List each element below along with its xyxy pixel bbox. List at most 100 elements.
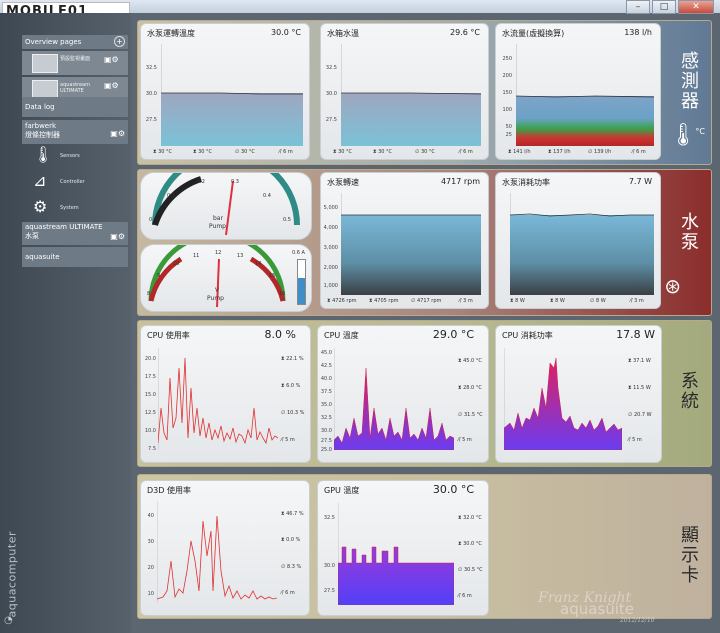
sidebar-item-aquastream[interactable]: aquastream ULTIMATE 水泵 ▣⚙ [22, 222, 128, 245]
footer-min: ⧗ 137 l/h [548, 149, 571, 155]
sensors-label: Sensors [60, 153, 80, 159]
panel-title: GPU 溫度 [324, 486, 360, 495]
minimize-button[interactable]: – [626, 0, 650, 14]
gauge-pressure[interactable]: 0 0.1 0.2 0.3 0.4 0.5 bar Pump [140, 172, 312, 240]
area-fill [334, 367, 454, 450]
stat-min: ⧗ 6.0 % [281, 383, 301, 389]
panel-value: 17.8 W [616, 328, 655, 341]
sidebar-item-aquasuite[interactable]: aquasuite [22, 247, 128, 267]
stat-avg: ∅ 30.5 °C [458, 567, 483, 573]
panel-value: 138 l/h [624, 28, 652, 37]
area-fill [161, 93, 303, 146]
save-settings-icon[interactable]: ▣⚙ [104, 81, 124, 95]
y-tick: 7.5 [148, 446, 156, 452]
gauge-tick: 0.3 [231, 179, 239, 185]
stat-range: ⁄/ 5 m [628, 437, 642, 443]
panel-flow[interactable]: 水流量(虛擬換算) 138 l/h 250 200 150 100 50 25 … [495, 23, 661, 160]
gauge-tick: 0.2 [197, 179, 205, 185]
graph-area [341, 193, 481, 295]
stat-avg: ∅ 8.3 % [281, 564, 302, 570]
panel-cpu-usage[interactable]: CPU 使用率 8.0 % 20.0 17.5 15.0 12.5 10.0 7… [140, 325, 311, 463]
gauge-tick: 8 [147, 291, 151, 297]
sidebar-item-datalog[interactable]: Data log [22, 97, 128, 117]
y-tick: 20.0 [144, 356, 156, 362]
y-tick: 250 [502, 56, 512, 62]
panel-d3d-usage[interactable]: D3D 使用率 40 30 20 10 ⧗ 46.7 % ⧗ 0.0 % ∅ 8… [140, 480, 310, 616]
footer-min: ⧗ 8 W [550, 298, 565, 304]
panel-value: 29.6 °C [450, 28, 480, 37]
panel-pump-speed[interactable]: 水泵轉速 4717 rpm 5,000 4,000 3,000 2,000 1,… [320, 172, 489, 309]
add-page-icon[interactable]: + [114, 36, 125, 47]
sidebar-item-sensors[interactable]: 🌡 Sensors [30, 143, 128, 169]
stat-max: ⧗ 46.7 % [281, 511, 304, 517]
y-tick: 30.0 [325, 91, 337, 97]
y-tick: 32.5 [320, 415, 332, 421]
maximize-button[interactable]: □ [652, 0, 676, 14]
save-settings-icon[interactable]: ▣⚙ [107, 129, 125, 138]
brand-vertical: aquacomputer [2, 513, 22, 623]
sidebar-item-system[interactable]: ⚙ System [30, 195, 128, 221]
y-tick: 35.0 [320, 402, 332, 408]
aquastream-label: aquastream ULTIMATE [25, 223, 103, 231]
stat-avg: ∅ 31.5 °C [458, 412, 483, 418]
y-tick: 4,000 [323, 225, 338, 231]
celsius-unit: °C [695, 127, 705, 136]
y-tick: 27.5 [323, 588, 335, 594]
gauge-voltage[interactable]: 8 9 10 11 12 13 14 15 16 V Pump 0.6 A [140, 244, 312, 312]
stat-min: ⧗ 28.0 °C [458, 385, 482, 391]
panel-value: 4717 rpm [440, 177, 480, 186]
y-tick: 27.5 [145, 117, 157, 123]
gauge-tick: 0 [149, 217, 153, 223]
panel-cpu-power[interactable]: CPU 消耗功率 17.8 W ⧗ 37.1 W ⧗ 11.5 W ∅ 20.7… [495, 325, 662, 463]
stat-min: ⧗ 30.0 °C [458, 541, 482, 547]
footer-max: ⧗ 4726 rpm [327, 298, 357, 304]
stat-max: ⧗ 45.0 °C [458, 358, 482, 364]
pump-icon: ⊛ [664, 274, 681, 298]
gauge-graphic [148, 245, 286, 308]
gauge-tick: 12 [215, 250, 222, 256]
footer-max: ⧗ 141 l/h [508, 149, 531, 155]
graph-area [341, 44, 481, 146]
thermometer-icon: 🌡 [33, 145, 54, 164]
panel-value: 30.0 °C [271, 28, 301, 37]
close-button[interactable]: ✕ [678, 0, 714, 14]
y-tick: 25.0 [320, 447, 332, 453]
save-settings-icon[interactable]: ▣⚙ [107, 232, 125, 241]
panel-cpu-temp[interactable]: CPU 溫度 29.0 °C 45.0 42.5 40.0 37.5 35.0 … [317, 325, 489, 463]
stat-range: ⁄/ 5 m [458, 437, 472, 443]
area-fill [504, 357, 622, 450]
panel-pump-power[interactable]: 水泵消耗功率 7.7 W ⧗ 8 W ⧗ 8 W ∅ 8 W ⁄/ 3 m [495, 172, 661, 309]
y-tick: 200 [502, 73, 512, 79]
overview-item-default[interactable]: 預設監視畫面 ▣⚙ [22, 51, 128, 75]
panel-tank-temp[interactable]: 水箱水溫 29.6 °C 32.5 30.0 27.5 ⧗ 30 °C ⧗ 30… [320, 23, 489, 160]
y-tick: 17.5 [144, 374, 156, 380]
section-title: 顯示卡 [678, 525, 699, 585]
watermark-date: 2012/12/10 [620, 617, 655, 624]
gauge-tick: 0.4 [263, 193, 271, 199]
y-tick: 27.5 [325, 117, 337, 123]
panel-value: 30.0 °C [432, 483, 474, 496]
y-tick: 27.5 [320, 438, 332, 444]
rss-icon[interactable]: ◔ [4, 615, 13, 626]
overview-pages-header[interactable]: Overview pages + [22, 35, 128, 49]
footer-min: ⧗ 30 °C [193, 149, 213, 155]
page-thumbnail [32, 54, 58, 73]
sidebar-item-controller[interactable]: ⊿ Controller [30, 169, 128, 195]
gauge-tick: 14 [255, 261, 262, 267]
overview-item-label: aquastream ULTIMATE [60, 82, 90, 94]
panel-gpu-temp[interactable]: GPU 溫度 30.0 °C 32.5 30.0 27.5 ⧗ 32.0 °C … [317, 480, 489, 616]
sidebar-item-farbwerk[interactable]: farbwerk 燈條控制器 ▣⚙ [22, 120, 128, 144]
save-settings-icon[interactable]: ▣⚙ [104, 55, 124, 69]
footer-max: ⧗ 8 W [510, 298, 525, 304]
panel-title: 水流量(虛擬換算) [502, 29, 565, 38]
gauge-tick: 11 [193, 253, 200, 259]
footer-avg: ∅ 30 °C [415, 149, 435, 155]
y-tick: 37.5 [320, 389, 332, 395]
gauge-graphic [152, 173, 300, 236]
footer-range: ⁄/ 6 m [279, 149, 293, 155]
panel-title: 水泵轉速 [327, 178, 359, 187]
gauge-needle [225, 180, 234, 236]
section-title: 水泵 [678, 212, 699, 252]
panel-pump-temp[interactable]: 水泵運轉溫度 30.0 °C 32.5 30.0 27.5 ⧗ 30 °C ⧗ … [140, 23, 310, 160]
gauge-tick: 9 [157, 273, 161, 279]
